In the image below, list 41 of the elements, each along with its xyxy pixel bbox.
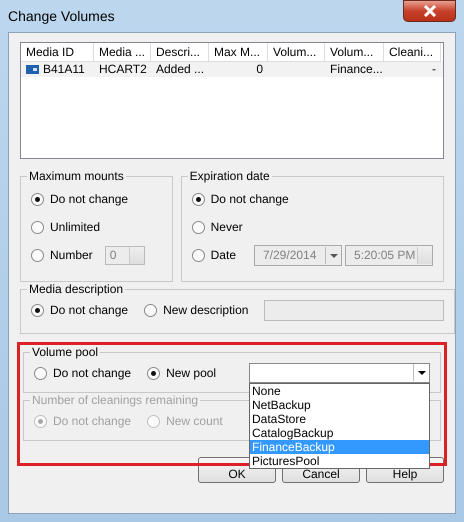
radio-label: Do not change <box>50 303 128 317</box>
radio-button[interactable] <box>192 220 205 234</box>
radio-label: Do not change <box>53 414 132 428</box>
table-cell: HCART2 <box>99 62 147 76</box>
group-title: Expiration date <box>188 169 271 183</box>
radio-button[interactable] <box>192 248 205 262</box>
group-title: Media description <box>28 282 124 296</box>
dropdown-option[interactable]: DataStore <box>250 412 429 426</box>
radio-label: Never <box>210 220 243 234</box>
radio-label: New count <box>166 414 223 428</box>
radio-button[interactable] <box>31 220 44 234</box>
radio-label: New pool <box>166 366 216 380</box>
dropdown-option[interactable]: CatalogBackup <box>250 426 429 440</box>
group-title: Maximum mounts <box>28 169 125 183</box>
table-cell: Added ... <box>156 62 204 76</box>
group-title: Volume pool <box>31 345 100 359</box>
dropdown-option[interactable]: NetBackup <box>250 398 429 412</box>
radio-button[interactable] <box>147 366 160 380</box>
table-cell: - <box>432 62 436 76</box>
close-icon <box>422 5 436 17</box>
radio-label: Number <box>50 248 93 262</box>
radio-button[interactable] <box>34 366 47 380</box>
close-button[interactable] <box>403 0 456 22</box>
dropdown-option[interactable]: None <box>250 384 429 398</box>
tape-icon <box>26 64 39 74</box>
radio-button[interactable] <box>144 304 158 316</box>
radio-label: Do not change <box>53 366 132 380</box>
radio-button[interactable] <box>31 304 44 316</box>
radio-button[interactable] <box>192 192 205 206</box>
radio-label: Date <box>210 248 236 262</box>
radio-button[interactable] <box>31 248 44 262</box>
radio-button[interactable] <box>31 192 44 206</box>
radio-label: Do not change <box>50 192 128 206</box>
radio-label: Unlimited <box>50 220 100 234</box>
table-cell: Finance... <box>330 62 383 76</box>
radio-label: New description <box>163 303 248 317</box>
group-title: Number of cleanings remaining <box>31 393 200 407</box>
radio-label: Do not change <box>210 192 289 206</box>
table-cell: B41A11 <box>43 62 85 76</box>
window-title: Change Volumes <box>8 8 115 24</box>
table-cell: 0 <box>256 62 263 76</box>
